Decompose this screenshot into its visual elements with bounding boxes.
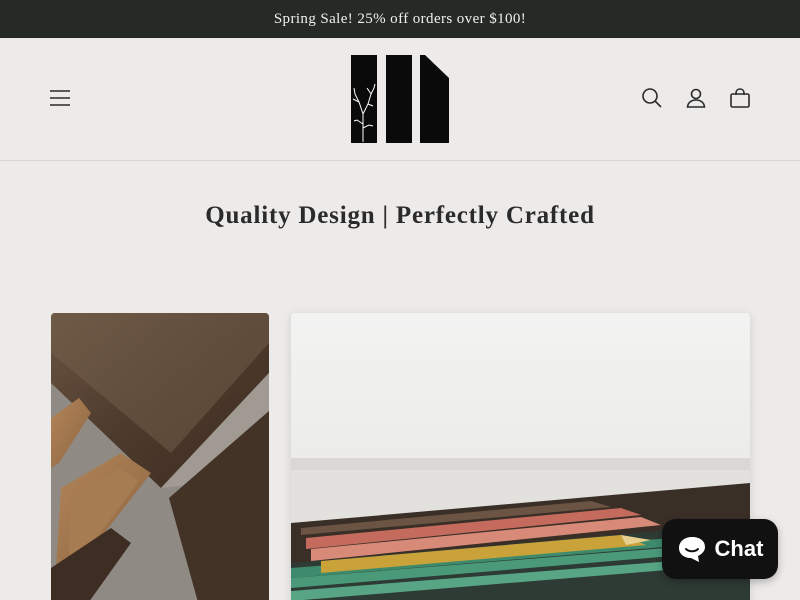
chat-bubble-icon (678, 537, 705, 562)
chat-button[interactable]: Chat (662, 519, 778, 579)
walnut-wood-trays-photo (51, 313, 269, 600)
hamburger-menu-icon (50, 90, 70, 106)
site-header (0, 38, 800, 161)
collection-card-trays[interactable] (51, 313, 269, 600)
cart-icon (730, 88, 750, 108)
menu-button[interactable] (44, 82, 76, 114)
announcement-bar: Spring Sale! 25% off orders over $100! (0, 0, 800, 38)
brand-logo[interactable] (349, 54, 451, 144)
cart-button[interactable] (724, 82, 756, 114)
account-button[interactable] (680, 82, 712, 114)
account-icon (686, 88, 706, 108)
search-button[interactable] (636, 82, 668, 114)
announcement-text: Spring Sale! 25% off orders over $100! (273, 10, 527, 27)
chat-label: Chat (714, 536, 764, 561)
search-icon (642, 88, 662, 108)
tagline-heading: Quality Design | Perfectly Crafted (205, 202, 595, 229)
